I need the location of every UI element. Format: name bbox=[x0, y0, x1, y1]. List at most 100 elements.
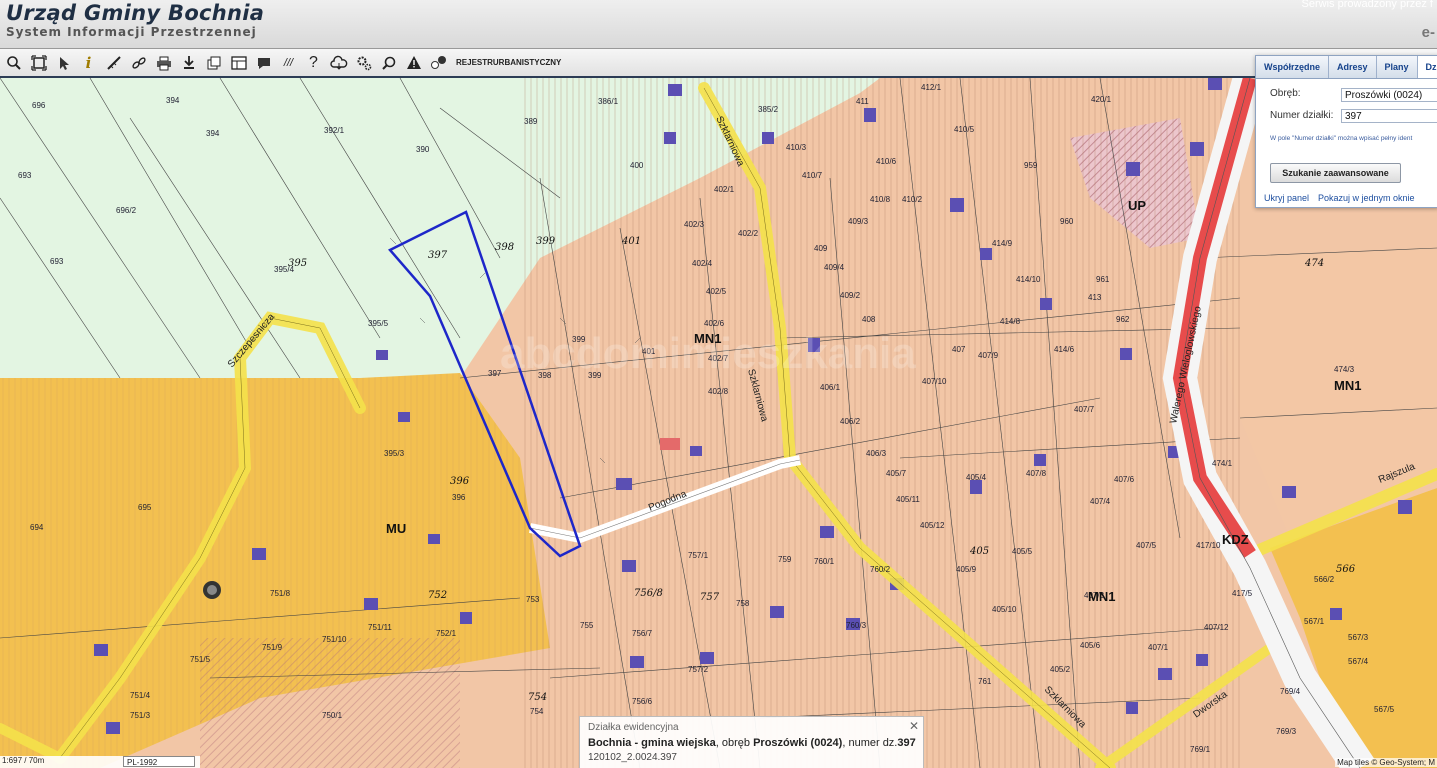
settings-icon[interactable] bbox=[352, 51, 375, 75]
search-icon[interactable] bbox=[377, 51, 400, 75]
parcel-label: 407/12 bbox=[1204, 623, 1229, 632]
e-service-logo: e- bbox=[1421, 24, 1435, 41]
parcel-label: 405/12 bbox=[920, 521, 945, 530]
download-icon[interactable] bbox=[177, 51, 200, 75]
parcel-label: 751/8 bbox=[270, 589, 291, 598]
advanced-search-button[interactable]: Szukanie zaawansowane bbox=[1270, 163, 1401, 183]
parcel-label: 752/1 bbox=[436, 629, 457, 638]
hatch-icon[interactable]: /// bbox=[277, 51, 300, 75]
info-gmina: Bochnia - gmina wiejska bbox=[588, 737, 716, 749]
parcel-label: 402/2 bbox=[738, 229, 759, 238]
parcel-label: 385/2 bbox=[758, 105, 779, 114]
parcel-label: 755 bbox=[580, 621, 594, 630]
parcel-label: 408 bbox=[862, 315, 876, 324]
comment-icon[interactable] bbox=[252, 51, 275, 75]
rejestr-line2: URBANISTYCZNY bbox=[492, 58, 562, 67]
scale-bar: 1:697 / 70m PL-1992 bbox=[0, 756, 200, 768]
parcel-label: 417/5 bbox=[1232, 589, 1253, 598]
info-numer: 397 bbox=[897, 737, 916, 749]
parcel-label: 402/1 bbox=[714, 185, 735, 194]
parcel-label: 759 bbox=[778, 555, 792, 564]
numer-dzialki-input[interactable]: 397 bbox=[1341, 109, 1437, 123]
parcel-label: 407 bbox=[952, 345, 966, 354]
info-icon[interactable]: i bbox=[77, 51, 100, 75]
parcel-label: 414/8 bbox=[1000, 317, 1021, 326]
parcel-label: 407/8 bbox=[1026, 469, 1047, 478]
info-description: Bochnia - gmina wiejska, obręb Proszówki… bbox=[588, 737, 916, 749]
parcel-label: 754 bbox=[530, 707, 544, 716]
scale-text: 1:697 / 70m bbox=[2, 756, 45, 765]
layout-icon[interactable] bbox=[227, 51, 250, 75]
parcel-label: 696 bbox=[32, 101, 46, 110]
parcel-label: 407/6 bbox=[1114, 475, 1135, 484]
app-header: Urząd Gminy Bochnia System Informacji Pr… bbox=[0, 0, 1437, 49]
help-icon[interactable]: ? bbox=[302, 51, 325, 75]
parcel-label: 696/2 bbox=[116, 206, 137, 215]
map-svg: 696 394 392/1 386/1 389 385/2 411 412/1 … bbox=[0, 78, 1437, 768]
parcel-label: 693 bbox=[18, 171, 32, 180]
close-icon[interactable]: ✕ bbox=[909, 719, 919, 733]
parcel-label: 405/6 bbox=[1080, 641, 1101, 650]
parcel-label: 769/1 bbox=[1190, 745, 1211, 754]
parcel-label: 756/8 bbox=[634, 588, 663, 599]
app-window: Urząd Gminy Bochnia System Informacji Pr… bbox=[0, 0, 1437, 768]
obreb-select[interactable]: Proszówki (0024) bbox=[1341, 88, 1437, 102]
warning-icon[interactable] bbox=[402, 51, 425, 75]
parcel-label: 757/2 bbox=[688, 665, 709, 674]
parcel-label: 405/7 bbox=[886, 469, 907, 478]
parcel-info-popup: Działka ewidencyjna Bochnia - gmina wiej… bbox=[579, 716, 924, 768]
parcel-label: 753 bbox=[526, 595, 540, 604]
parcel-label: 410/5 bbox=[954, 125, 975, 134]
parcel-label: 754 bbox=[528, 692, 547, 703]
parcel-label: 567/5 bbox=[1374, 705, 1395, 714]
parcel-label: 694 bbox=[30, 523, 44, 532]
parcel-label: 402/4 bbox=[692, 259, 713, 268]
parcel-label: 757/1 bbox=[688, 551, 709, 560]
parcel-label: 405/10 bbox=[992, 605, 1017, 614]
parcel-label: 566/2 bbox=[1314, 575, 1335, 584]
cloud-icon[interactable] bbox=[327, 51, 350, 75]
parcel-label: 756/7 bbox=[632, 629, 653, 638]
parcel-label: 410/6 bbox=[876, 157, 897, 166]
tab-wspolrzedne[interactable]: Współrzędne bbox=[1256, 56, 1330, 78]
parcel-label: 407/9 bbox=[978, 351, 999, 360]
parcel-label: 756/6 bbox=[632, 697, 653, 706]
parcel-label: 406/2 bbox=[840, 417, 861, 426]
parcel-label: 959 bbox=[1024, 161, 1038, 170]
app-subtitle: System Informacji Przestrzennej bbox=[6, 25, 257, 39]
parcel-label: 402/3 bbox=[684, 220, 705, 229]
print-icon[interactable] bbox=[152, 51, 175, 75]
zoom-extent-icon[interactable] bbox=[27, 51, 50, 75]
parcel-label: 396 bbox=[452, 493, 466, 502]
tab-adresy[interactable]: Adresy bbox=[1329, 56, 1377, 78]
tab-dzialki[interactable]: Dzi bbox=[1417, 56, 1437, 78]
service-provider-text: Serwis prowadzony przez f bbox=[1301, 0, 1433, 10]
parcel-label: 410/2 bbox=[902, 195, 923, 204]
parcel-label: 695 bbox=[138, 503, 152, 512]
hide-panel-link[interactable]: Ukryj panel bbox=[1264, 193, 1309, 203]
crs-select[interactable]: PL-1992 bbox=[123, 756, 195, 767]
tab-plany[interactable]: Plany bbox=[1376, 56, 1418, 78]
rejestr-urbanistyczny-button[interactable]: REJESTR URBANISTYCZNY bbox=[452, 51, 565, 75]
select-arrow-icon[interactable] bbox=[52, 51, 75, 75]
rejestr-line1: REJESTR bbox=[456, 58, 493, 67]
parcel-label: 410/8 bbox=[870, 195, 891, 204]
parcel-label: 405/2 bbox=[1050, 665, 1071, 674]
zoom-in-icon[interactable] bbox=[2, 51, 25, 75]
parcel-label: 567/1 bbox=[1304, 617, 1325, 626]
measure-distance-icon[interactable] bbox=[102, 51, 125, 75]
parcel-label: 751/4 bbox=[130, 691, 151, 700]
parcel-label: 417/10 bbox=[1196, 541, 1221, 550]
single-window-link[interactable]: Pokazuj w jednym oknie bbox=[1318, 193, 1415, 203]
link-icon[interactable] bbox=[127, 51, 150, 75]
map-canvas[interactable]: 696 394 392/1 386/1 389 385/2 411 412/1 … bbox=[0, 78, 1437, 768]
parcel-label: 750/1 bbox=[322, 711, 343, 720]
parcel-label: 769/4 bbox=[1280, 687, 1301, 696]
chat-icon[interactable] bbox=[427, 51, 450, 75]
parcel-label: 413 bbox=[1088, 293, 1102, 302]
parcel-label: 406/3 bbox=[866, 449, 887, 458]
parcel-label: 962 bbox=[1116, 315, 1130, 324]
layers-icon[interactable] bbox=[202, 51, 225, 75]
info-heading: Działka ewidencyjna bbox=[588, 722, 679, 733]
parcel-label: 760/2 bbox=[870, 565, 891, 574]
